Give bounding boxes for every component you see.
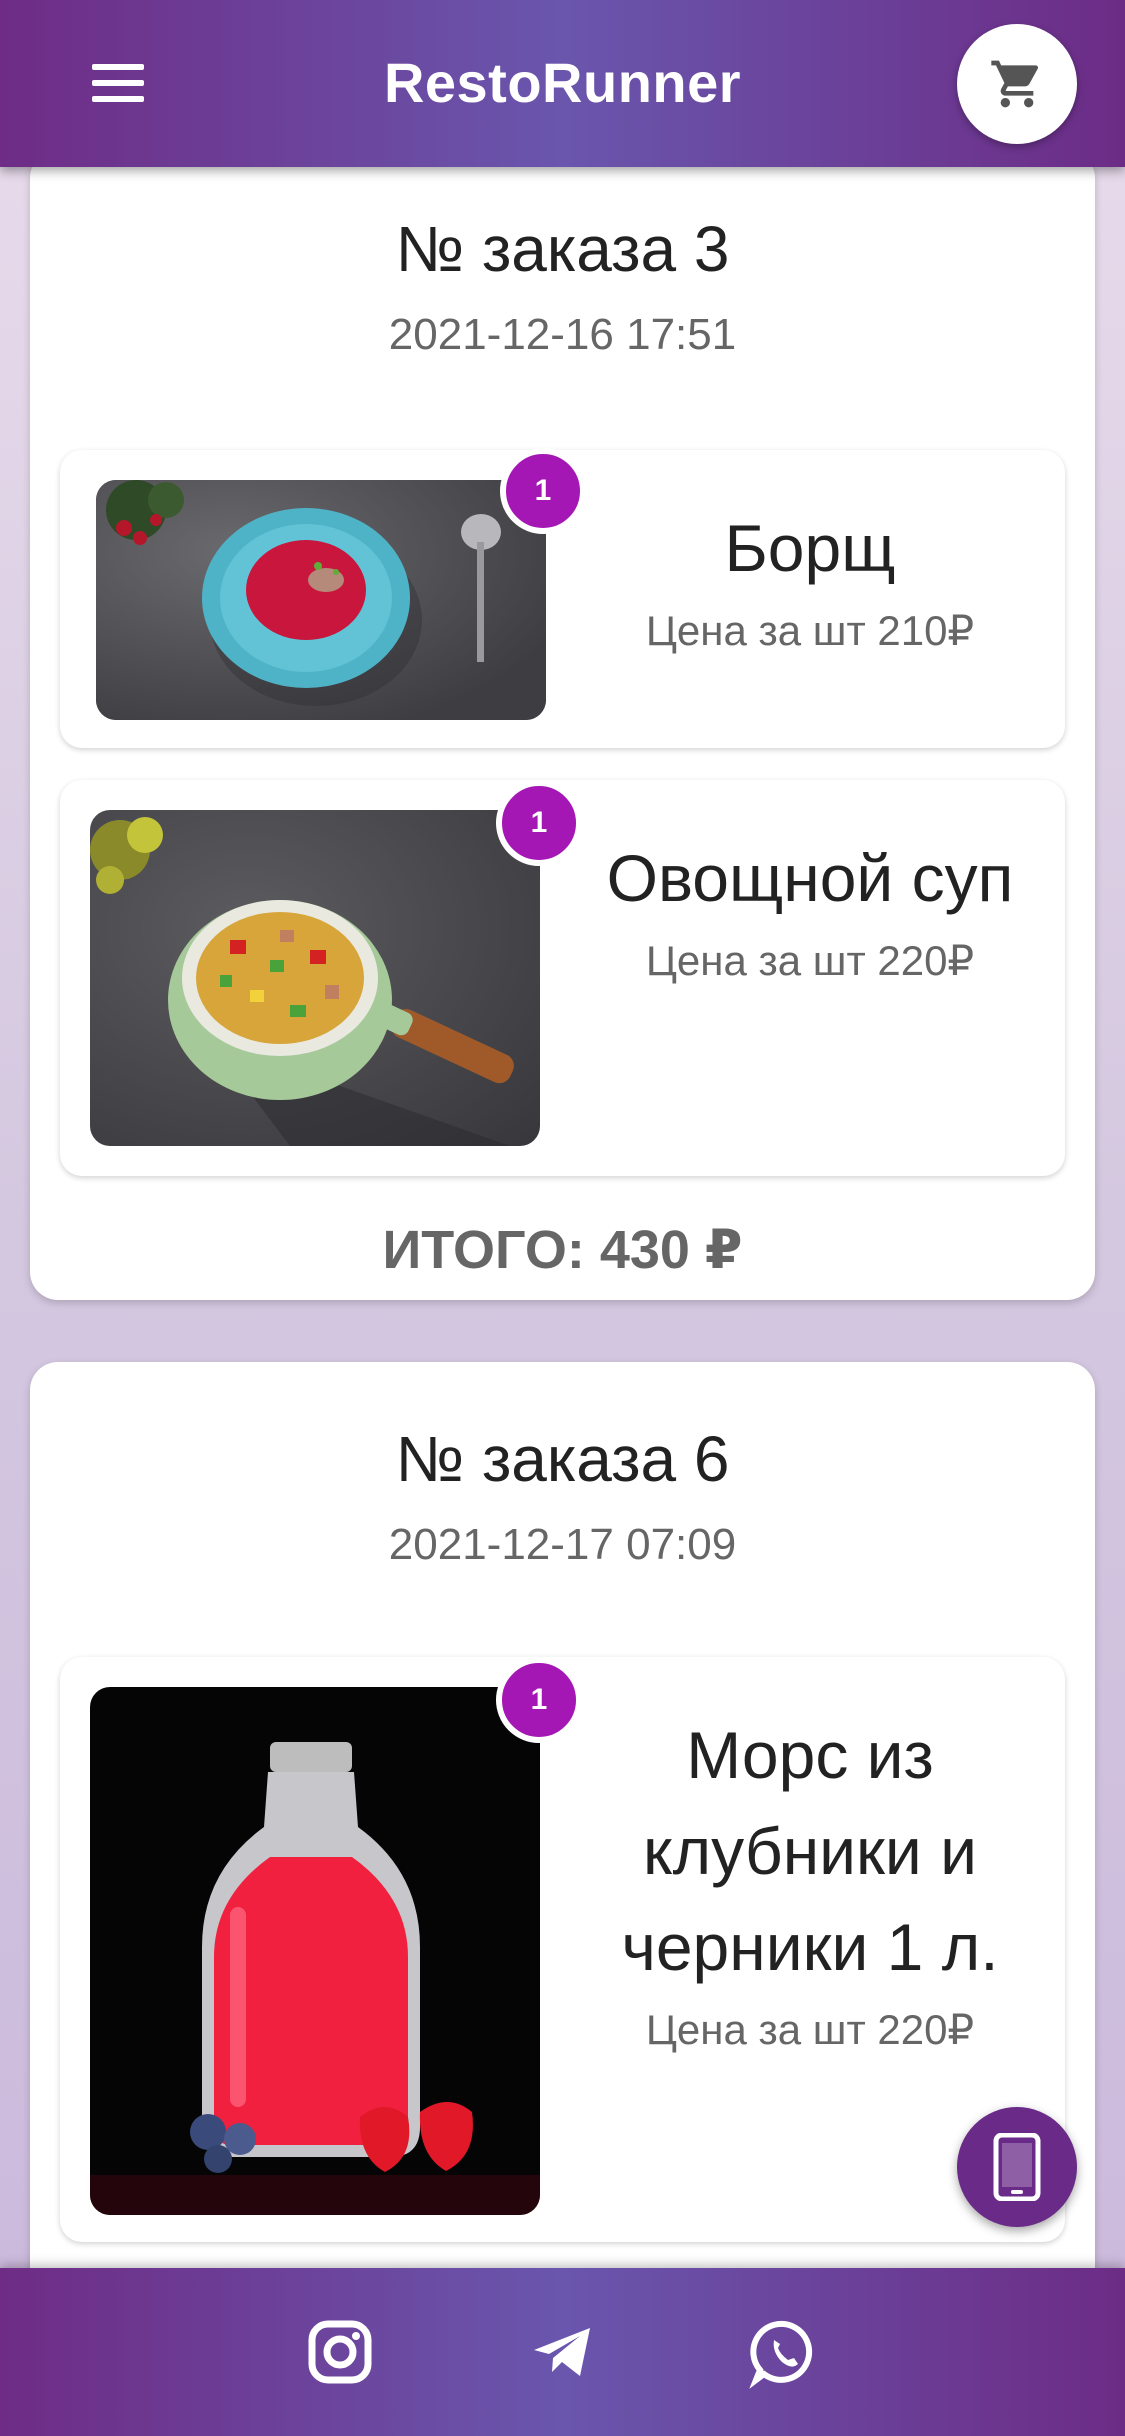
item-name: Морс из клубники и черники 1 л. <box>621 1718 999 1984</box>
instagram-icon[interactable] <box>300 2312 380 2392</box>
app-footer <box>0 2268 1125 2436</box>
berry-drink-bottle-photo <box>90 1687 540 2215</box>
item-info: Овощной суп Цена за шт 220₽ <box>580 830 1040 985</box>
item-info: Морс из клубники и черники 1 л. Цена за … <box>580 1707 1040 2054</box>
vegetable-soup-photo <box>90 810 540 1146</box>
call-button[interactable] <box>957 2107 1077 2227</box>
item-info: Борщ Цена за шт 210₽ <box>580 500 1040 655</box>
order-number: № заказа 6 <box>395 1423 730 1495</box>
telegram-icon[interactable] <box>522 2312 602 2392</box>
order-total: ИТОГО: 430 ₽ <box>382 1220 743 1280</box>
order-date: 2021-12-16 17:51 <box>388 310 737 359</box>
item-price: Цена за шт 210₽ <box>645 607 975 654</box>
order-item[interactable]: 1 Морс из клубники и черники 1 л. Цена з… <box>60 1657 1065 2242</box>
order-date: 2021-12-17 07:09 <box>388 1520 737 1569</box>
order-card: № заказа 6 2021-12-17 07:09 1 Морс из кл… <box>30 1362 1095 2362</box>
quantity-badge: 1 <box>496 1657 582 1743</box>
order-item[interactable]: 1 Борщ Цена за шт 210₽ <box>60 448 1065 748</box>
whatsapp-icon[interactable] <box>744 2312 824 2392</box>
item-name: Борщ <box>724 511 896 585</box>
borscht-photo <box>96 480 546 720</box>
shopping-cart-icon <box>991 60 1039 108</box>
order-card: № заказа 3 2021-12-16 17:51 1 Борщ Цена … <box>30 150 1095 1300</box>
quantity-badge: 1 <box>496 780 582 866</box>
order-number: № заказа 3 <box>395 213 730 285</box>
phone-icon <box>993 2133 1041 2201</box>
item-name: Овощной суп <box>606 841 1014 915</box>
cart-button[interactable] <box>957 24 1077 144</box>
item-price: Цена за шт 220₽ <box>645 2006 975 2053</box>
order-item[interactable]: 1 Овощной суп Цена за шт 220₽ <box>60 780 1065 1176</box>
quantity-badge: 1 <box>500 448 586 534</box>
item-price: Цена за шт 220₽ <box>645 937 975 984</box>
app-header: RestoRunner <box>0 0 1125 167</box>
